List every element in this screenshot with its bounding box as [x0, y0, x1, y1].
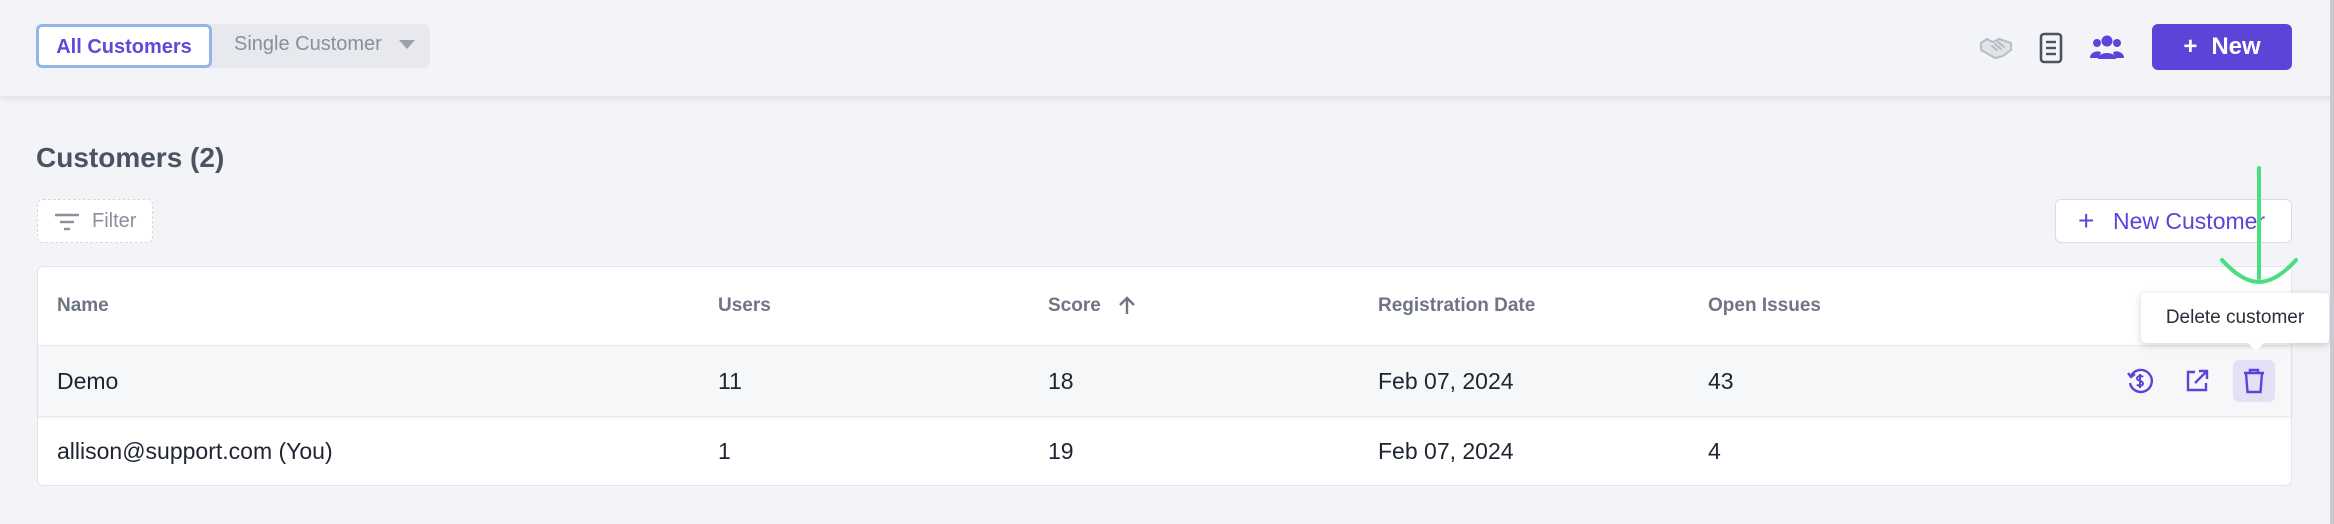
cell-users: 11 — [718, 368, 742, 394]
new-button-label: New — [2211, 33, 2261, 60]
annotation-arrow-icon — [2220, 166, 2298, 285]
sort-ascending-icon — [1119, 296, 1135, 314]
tab-all-customers[interactable]: All Customers — [36, 24, 212, 68]
handshake-icon[interactable] — [1978, 30, 2014, 66]
filter-button[interactable]: Filter — [37, 199, 153, 243]
chevron-down-icon — [399, 40, 416, 50]
cell-name: allison@support.com (You) — [57, 438, 333, 464]
page-title: Customers (2) — [36, 142, 225, 173]
delete-customer-button[interactable] — [2233, 360, 2275, 402]
column-header-score-label: Score — [1048, 295, 1101, 316]
cell-registration-date: Feb 07, 2024 — [1378, 368, 1514, 394]
table-row[interactable]: allison@support.com (You) 1 19 Feb 07, 2… — [38, 416, 2291, 486]
document-icon[interactable] — [2033, 30, 2069, 66]
trash-icon — [2244, 368, 2264, 394]
table-row[interactable]: Demo 11 18 Feb 07, 2024 43 — [38, 346, 2291, 416]
filter-icon — [55, 213, 79, 231]
cell-open-issues: 4 — [1708, 438, 1721, 464]
tooltip-arrow — [2247, 342, 2265, 351]
window-edge — [2330, 0, 2334, 524]
column-header-score[interactable]: Score — [1048, 295, 1135, 317]
tooltip: Delete customer — [2141, 293, 2329, 343]
filter-label: Filter — [92, 210, 137, 232]
cell-users: 1 — [718, 438, 731, 464]
cell-open-issues: 43 — [1708, 368, 1734, 394]
tab-single-customer-label: Single Customer — [234, 33, 382, 55]
cell-score: 19 — [1048, 438, 1074, 464]
column-header-open-issues[interactable]: Open Issues — [1708, 295, 1821, 317]
column-header-registration-date[interactable]: Registration Date — [1378, 295, 1535, 317]
column-header-users[interactable]: Users — [718, 295, 771, 317]
top-bar: All Customers Single Customer + New — [0, 0, 2334, 97]
users-icon[interactable] — [2089, 30, 2125, 66]
plus-icon: + — [2078, 205, 2095, 236]
plus-icon: + — [2183, 33, 2198, 60]
customer-view-toggle: All Customers Single Customer — [36, 24, 430, 68]
new-button[interactable]: + New — [2152, 24, 2292, 70]
dollar-refresh-icon — [2127, 368, 2154, 394]
tab-single-customer[interactable]: Single Customer — [212, 24, 430, 68]
cell-name: Demo — [57, 368, 119, 394]
cell-score: 18 — [1048, 368, 1074, 394]
billing-button[interactable] — [2119, 360, 2161, 402]
column-header-name[interactable]: Name — [57, 295, 109, 317]
open-external-button[interactable] — [2176, 360, 2218, 402]
cell-registration-date: Feb 07, 2024 — [1378, 438, 1514, 464]
customers-table: Name Users Score Registration Date Open … — [37, 266, 2292, 486]
external-link-icon — [2186, 369, 2209, 392]
